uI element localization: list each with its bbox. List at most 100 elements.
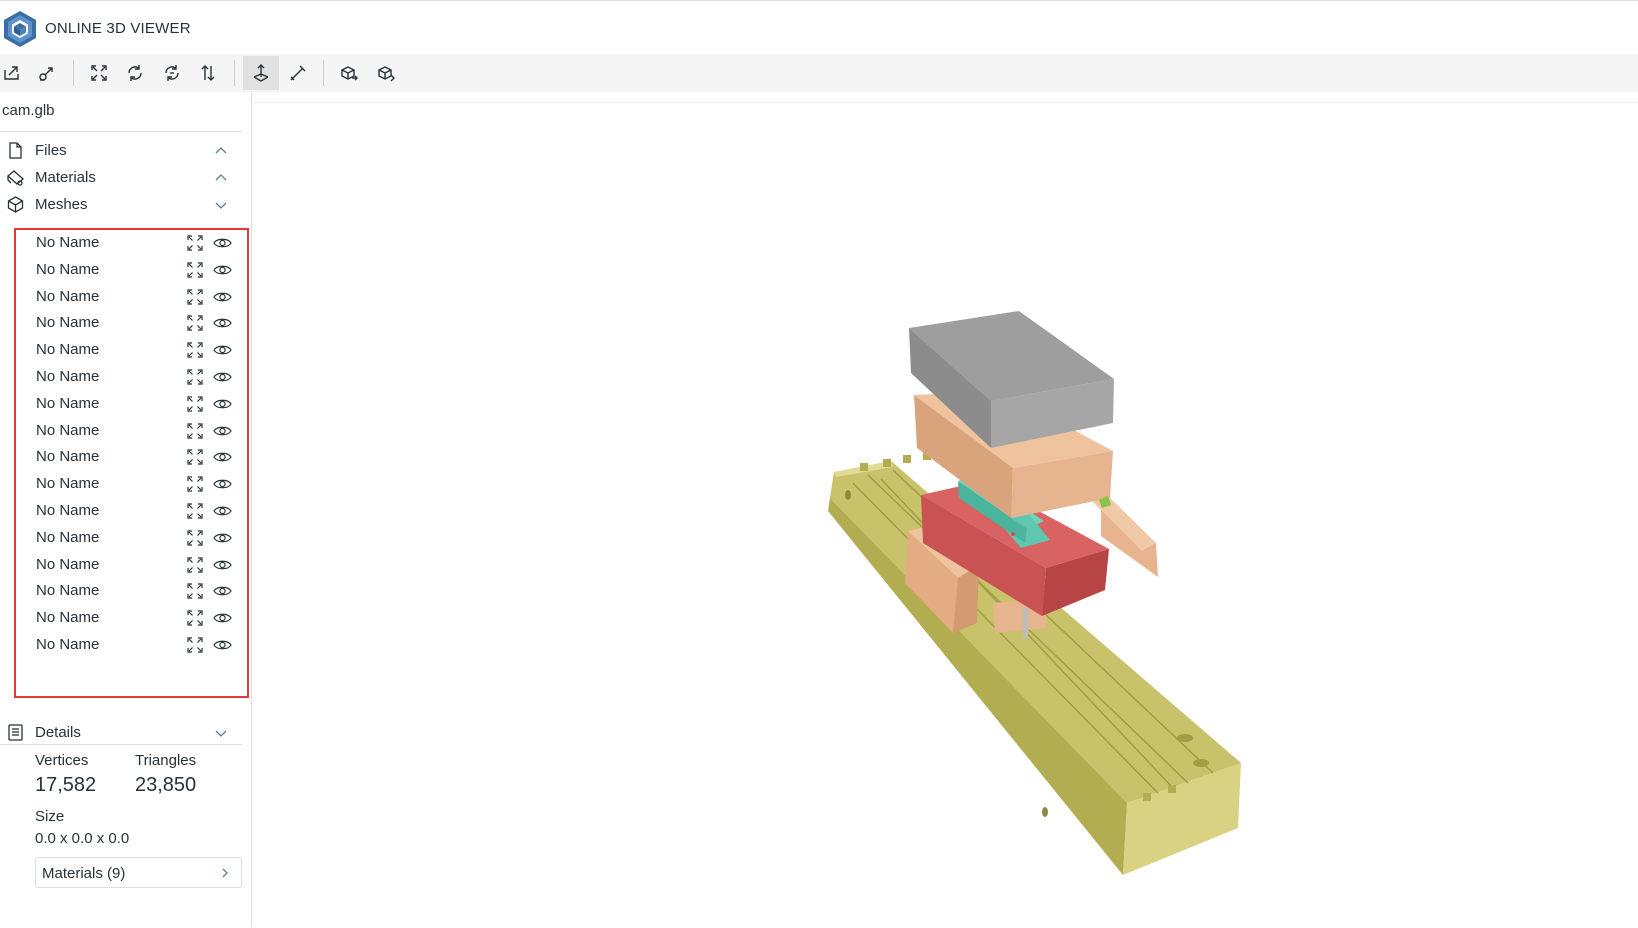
files-section-label: Files bbox=[35, 142, 67, 159]
materials-details-button[interactable]: Materials (9) bbox=[35, 857, 242, 888]
measure-button[interactable] bbox=[280, 56, 316, 90]
visibility-eye-icon[interactable] bbox=[213, 503, 232, 519]
size-label: Size bbox=[35, 808, 65, 825]
visibility-eye-icon[interactable] bbox=[213, 262, 232, 278]
mesh-name: No Name bbox=[36, 582, 100, 600]
visibility-eye-icon[interactable] bbox=[213, 530, 232, 546]
visibility-eye-icon[interactable] bbox=[213, 557, 232, 573]
3d-viewport[interactable] bbox=[253, 102, 1638, 927]
triangles-label: Triangles bbox=[135, 752, 197, 769]
mesh-list-item[interactable]: No Name bbox=[16, 606, 247, 634]
fit-mesh-icon[interactable] bbox=[186, 502, 204, 520]
chevron-up-icon bbox=[215, 174, 227, 181]
fit-mesh-icon[interactable] bbox=[186, 314, 204, 332]
fit-mesh-icon[interactable] bbox=[186, 422, 204, 440]
meshes-section-header[interactable]: Meshes bbox=[0, 191, 242, 218]
app-header: ONLINE 3D VIEWER bbox=[0, 0, 1638, 54]
fit-mesh-icon[interactable] bbox=[186, 261, 204, 279]
up-down-button[interactable] bbox=[190, 56, 226, 90]
open-file-icon bbox=[4, 66, 19, 80]
mesh-list-item[interactable]: No Name bbox=[16, 445, 247, 473]
materials-section-header[interactable]: Materials bbox=[0, 164, 242, 191]
details-section-header[interactable]: Details bbox=[0, 719, 242, 746]
mesh-name: No Name bbox=[36, 555, 100, 573]
visibility-eye-icon[interactable] bbox=[213, 637, 232, 653]
mesh-list-item[interactable]: No Name bbox=[16, 579, 247, 607]
visibility-eye-icon[interactable] bbox=[213, 289, 232, 305]
set-up-vector-button[interactable] bbox=[117, 56, 153, 90]
triangles-value: 23,850 bbox=[135, 774, 197, 796]
app-logo-icon[interactable] bbox=[2, 9, 38, 49]
fit-mesh-icon[interactable] bbox=[186, 368, 204, 386]
fit-mesh-icon[interactable] bbox=[186, 475, 204, 493]
vertices-label: Vertices bbox=[35, 752, 89, 769]
toolbar bbox=[0, 54, 1638, 92]
visibility-eye-icon[interactable] bbox=[213, 369, 232, 385]
mesh-name: No Name bbox=[36, 287, 100, 305]
materials-section-label: Materials bbox=[35, 169, 96, 186]
mesh-list-item[interactable]: No Name bbox=[16, 231, 247, 259]
mesh-name: No Name bbox=[36, 314, 100, 332]
vertices-value: 17,582 bbox=[35, 774, 97, 796]
open-url-button[interactable] bbox=[29, 56, 65, 90]
mesh-list-item[interactable]: No Name bbox=[16, 392, 247, 420]
mesh-list-item[interactable]: No Name bbox=[16, 553, 247, 581]
visibility-eye-icon[interactable] bbox=[213, 449, 232, 465]
fit-mesh-icon[interactable] bbox=[186, 234, 204, 252]
flip-up-vector-button[interactable] bbox=[154, 56, 190, 90]
materials-details-label: Materials (9) bbox=[42, 865, 126, 882]
details-icon bbox=[8, 724, 23, 741]
mesh-list-item[interactable]: No Name bbox=[16, 419, 247, 447]
app-title[interactable]: ONLINE 3D VIEWER bbox=[45, 20, 191, 37]
fixed-up-vector-icon bbox=[253, 64, 269, 82]
mesh-list-item[interactable]: No Name bbox=[16, 258, 247, 286]
visibility-eye-icon[interactable] bbox=[213, 610, 232, 626]
fit-mesh-icon[interactable] bbox=[186, 288, 204, 306]
mesh-list-item[interactable]: No Name bbox=[16, 633, 247, 661]
mesh-list-item[interactable]: No Name bbox=[16, 526, 247, 554]
flip-up-vector-icon bbox=[165, 65, 179, 81]
fit-mesh-icon[interactable] bbox=[186, 582, 204, 600]
mesh-name: No Name bbox=[36, 421, 100, 439]
mesh-name: No Name bbox=[36, 394, 100, 412]
mesh-list-item[interactable]: No Name bbox=[16, 365, 247, 393]
size-value: 0.0 x 0.0 x 0.0 bbox=[35, 830, 130, 847]
mesh-name: No Name bbox=[36, 368, 100, 385]
fit-mesh-icon[interactable] bbox=[186, 341, 204, 359]
open-file-button[interactable] bbox=[0, 56, 30, 90]
meshes-section-label: Meshes bbox=[35, 196, 88, 213]
fit-mesh-icon[interactable] bbox=[186, 556, 204, 574]
visibility-eye-icon[interactable] bbox=[213, 235, 232, 251]
visibility-eye-icon[interactable] bbox=[213, 396, 232, 412]
mesh-list: No Name No Name No Name No Name No Name No Na… bbox=[14, 228, 249, 698]
share-embed-button[interactable] bbox=[368, 56, 404, 90]
fit-mesh-icon[interactable] bbox=[186, 636, 204, 654]
fit-mesh-icon[interactable] bbox=[186, 529, 204, 547]
visibility-eye-icon[interactable] bbox=[213, 476, 232, 492]
fit-mesh-icon[interactable] bbox=[186, 395, 204, 413]
visibility-eye-icon[interactable] bbox=[213, 342, 232, 358]
export-button[interactable] bbox=[331, 56, 367, 90]
visibility-eye-icon[interactable] bbox=[213, 423, 232, 439]
mesh-name: No Name bbox=[36, 260, 100, 278]
fit-mesh-icon[interactable] bbox=[186, 609, 204, 627]
fit-mesh-icon[interactable] bbox=[186, 448, 204, 466]
navigator-panel: cam.glb Files Materials Meshes No Name No… bbox=[0, 92, 252, 927]
mesh-name: No Name bbox=[36, 341, 100, 359]
visibility-eye-icon[interactable] bbox=[213, 315, 232, 331]
fit-to-window-button[interactable] bbox=[81, 56, 117, 90]
fixed-up-vector-button[interactable] bbox=[243, 56, 279, 90]
files-section-header[interactable]: Files bbox=[0, 137, 242, 164]
mesh-list-item[interactable]: No Name bbox=[16, 311, 247, 339]
mesh-list-item[interactable]: No Name bbox=[16, 499, 247, 527]
materials-icon bbox=[7, 170, 24, 186]
toolbar-separator bbox=[73, 60, 74, 86]
chevron-up-icon bbox=[215, 147, 227, 154]
mesh-name: No Name bbox=[36, 636, 100, 653]
mesh-list-item[interactable]: No Name bbox=[16, 338, 247, 366]
mesh-list-item[interactable]: No Name bbox=[16, 472, 247, 500]
chevron-down-icon bbox=[215, 202, 227, 209]
mesh-list-item[interactable]: No Name bbox=[16, 285, 247, 313]
mesh-name: No Name bbox=[36, 609, 100, 627]
visibility-eye-icon[interactable] bbox=[213, 583, 232, 599]
